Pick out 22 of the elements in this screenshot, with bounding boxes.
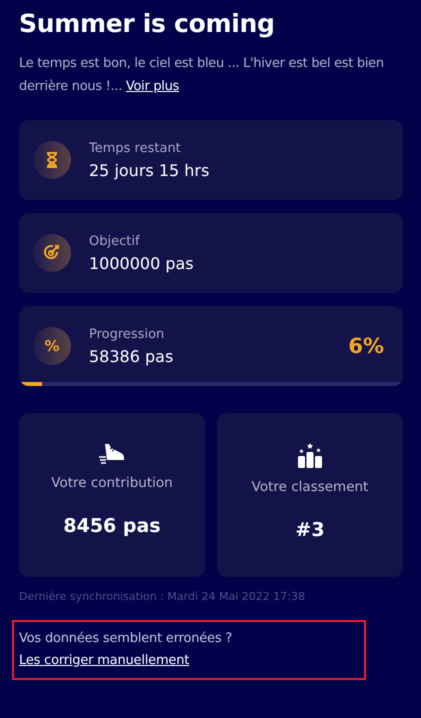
page-title: Summer is coming [19,8,276,40]
stat-value: 1000000 pas [89,254,195,272]
correction-text: Vos données semblent erronées ? Les corriger manuellement [19,630,234,670]
tile-value: #3 [295,519,325,541]
tile-label: Votre contribution [51,475,173,491]
target-icon [33,234,71,272]
stat-label: Objectif [89,234,141,248]
description: Le temps est bon, le ciel est bleu ... L'hiver est bel est bien derrière nous !... Voir plus [19,55,385,96]
tile-value: 8456 pas [63,515,161,537]
hourglass-icon [33,141,71,179]
shoe-icon [99,443,125,465]
stat-value: 25 jours 15 hrs [89,160,210,180]
correct-link[interactable]: Les corriger manuellement [19,653,190,668]
see-more-link[interactable]: Voir plus [126,79,179,94]
stat-label: Progression [89,326,166,342]
stat-label: Temps restant [89,140,182,156]
podium-icon [297,443,323,469]
stat-value: 58386 pas [89,346,174,366]
progress-percent: 6% [348,334,384,358]
sync-text: Dernière synchronisation : Mardi 24 Mai 2022 17:38 [19,590,306,603]
tile-label: Votre classement [252,479,368,495]
percent-icon: % [33,327,71,365]
